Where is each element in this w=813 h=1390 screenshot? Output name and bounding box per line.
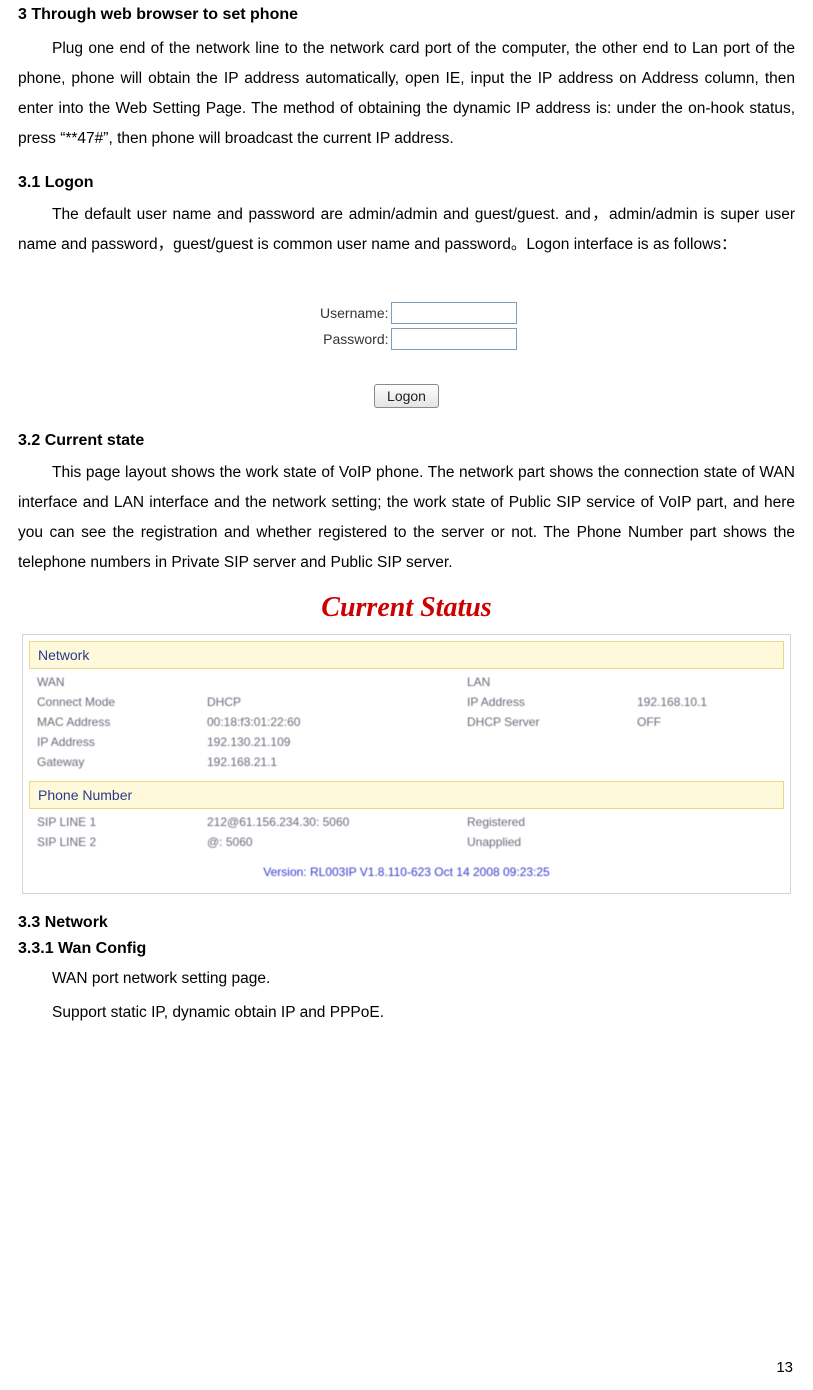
gateway-value: 192.168.21.1: [207, 755, 467, 769]
connect-mode-value: DHCP: [207, 695, 467, 709]
document-page: 3 Through web browser to set phone Plug …: [0, 0, 813, 1390]
paragraph-section-3: Plug one end of the network line to the …: [18, 34, 795, 154]
sip-line-2-value: @: 5060: [207, 835, 467, 849]
phone-grid: SIP LINE 1 212@61.156.234.30: 5060 Regis…: [23, 811, 790, 855]
wan-heading: WAN: [37, 675, 207, 689]
dhcp-server-value: OFF: [637, 715, 782, 729]
network-band: Network: [29, 641, 784, 669]
lan-ip-label: IP Address: [467, 695, 637, 709]
phone-number-band: Phone Number: [29, 781, 784, 809]
password-label: Password:: [297, 331, 391, 347]
logon-username-row: Username:: [297, 302, 517, 324]
paragraph-wan-2: Support static IP, dynamic obtain IP and…: [18, 998, 795, 1028]
logon-password-row: Password:: [297, 328, 517, 350]
page-number: 13: [776, 1359, 793, 1376]
network-grid: WAN LAN Connect Mode DHCP IP Address 192…: [23, 671, 790, 775]
logon-form-screenshot: Username: Password: Logon: [18, 298, 795, 408]
paragraph-wan-1: WAN port network setting page.: [18, 964, 795, 994]
username-input[interactable]: [391, 302, 517, 324]
paragraph-section-3-2: This page layout shows the work state of…: [18, 458, 795, 578]
dhcp-server-label: DHCP Server: [467, 715, 637, 729]
username-label: Username:: [297, 305, 391, 321]
heading-section-3: 3 Through web browser to set phone: [18, 6, 795, 24]
connect-mode-label: Connect Mode: [37, 695, 207, 709]
lan-ip-value: 192.168.10.1: [637, 695, 782, 709]
wan-ip-label: IP Address: [37, 735, 207, 749]
logon-button[interactable]: Logon: [374, 384, 439, 408]
sip-line-1-value: 212@61.156.234.30: 5060: [207, 815, 467, 829]
sip-line-2-status: Unapplied: [467, 835, 637, 849]
mac-value: 00:18:f3:01:22:60: [207, 715, 467, 729]
heading-section-3-2: 3.2 Current state: [18, 432, 795, 450]
lan-heading: LAN: [467, 675, 637, 689]
heading-section-3-3: 3.3 Network: [18, 914, 795, 932]
heading-section-3-3-1: 3.3.1 Wan Config: [18, 940, 795, 958]
logon-button-row: Logon: [297, 384, 517, 408]
sip-line-2-label: SIP LINE 2: [37, 835, 207, 849]
sip-line-1-status: Registered: [467, 815, 637, 829]
mac-label: MAC Address: [37, 715, 207, 729]
heading-section-3-1: 3.1 Logon: [18, 174, 795, 192]
current-status-panel: Network WAN LAN Connect Mode DHCP IP Add…: [22, 634, 791, 894]
password-input[interactable]: [391, 328, 517, 350]
logon-form-box: Username: Password: Logon: [297, 298, 517, 408]
wan-ip-value: 192.130.21.109: [207, 735, 467, 749]
firmware-version: Version: RL003IP V1.8.110-623 Oct 14 200…: [23, 855, 790, 893]
gateway-label: Gateway: [37, 755, 207, 769]
sip-line-1-label: SIP LINE 1: [37, 815, 207, 829]
paragraph-section-3-1: The default user name and password are a…: [18, 200, 795, 260]
current-status-title: Current Status: [18, 592, 795, 624]
